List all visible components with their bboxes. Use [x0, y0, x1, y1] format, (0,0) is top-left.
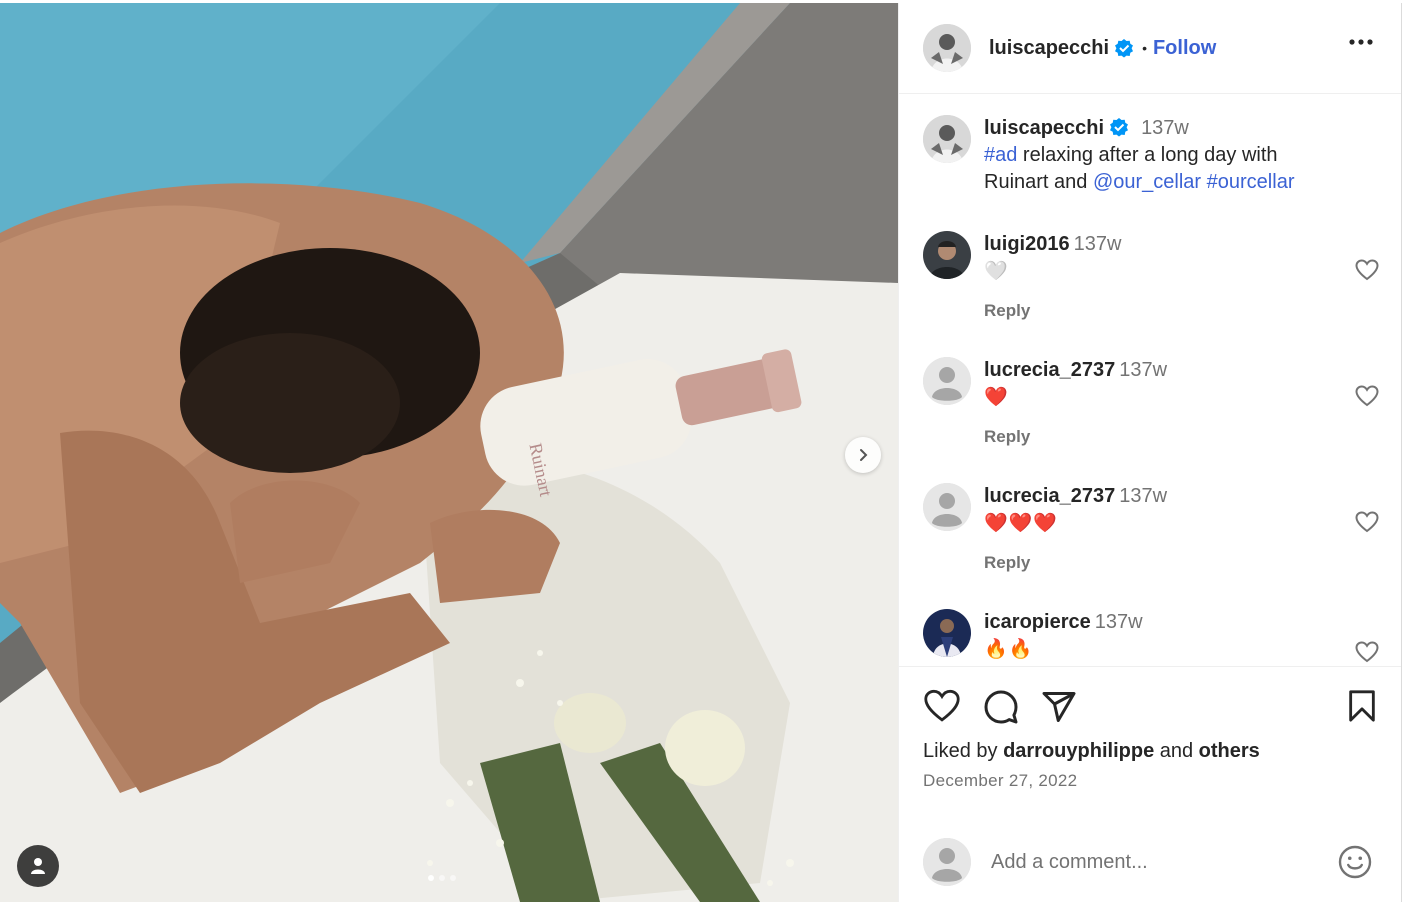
- liked-by-user[interactable]: darrouyphilippe: [1003, 740, 1154, 762]
- add-comment-bar: [899, 821, 1401, 902]
- add-comment-input[interactable]: [991, 850, 1311, 874]
- chevron-right-icon: [860, 449, 868, 461]
- follow-button[interactable]: Follow: [1153, 37, 1216, 60]
- author-avatar[interactable]: [923, 24, 971, 72]
- verified-badge-icon: [1110, 118, 1129, 137]
- next-photo-button[interactable]: [845, 437, 881, 473]
- like-heart-icon[interactable]: [923, 689, 961, 723]
- reply-button[interactable]: Reply: [984, 423, 1341, 450]
- caption-time: 137w: [1141, 117, 1189, 139]
- comment-username[interactable]: icaropierce: [984, 611, 1091, 633]
- comments-list[interactable]: luiscapecchi 137w #ad relaxing after a lo…: [899, 95, 1401, 666]
- save-bookmark-icon[interactable]: [1347, 689, 1377, 723]
- comment-text: ❤️❤️❤️: [984, 512, 1058, 534]
- commenter-avatar-placeholder[interactable]: [923, 357, 971, 405]
- caption-body: luiscapecchi 137w #ad relaxing after a lo…: [984, 115, 1341, 196]
- comment-body: lucrecia_2737 137w ❤️❤️❤️ Reply: [984, 483, 1341, 576]
- photo-scene: Ruinart: [0, 3, 898, 902]
- action-icons: [923, 689, 1077, 725]
- carousel-dot: [439, 875, 445, 881]
- author-avatar[interactable]: [923, 115, 971, 163]
- author-username[interactable]: luiscapecchi: [989, 37, 1109, 60]
- verified-badge-icon: [1115, 39, 1134, 58]
- carousel-dot: [450, 875, 456, 881]
- post-photo[interactable]: Ruinart: [0, 3, 898, 902]
- current-user-avatar[interactable]: [923, 838, 971, 886]
- hashtag-ad-link[interactable]: #ad: [984, 144, 1017, 166]
- mention-link[interactable]: @our_cellar: [1093, 171, 1201, 193]
- hashtag-link[interactable]: #ourcellar: [1207, 171, 1295, 193]
- comment-icon[interactable]: [983, 689, 1019, 725]
- comment-time: 137w: [1094, 611, 1143, 633]
- commenter-avatar[interactable]: [923, 231, 971, 279]
- like-comment-heart-icon[interactable]: [1355, 641, 1379, 663]
- share-icon[interactable]: [1041, 689, 1077, 725]
- comment-time: 137w: [1119, 359, 1168, 381]
- reply-button[interactable]: Reply: [984, 297, 1341, 324]
- header-separator: •: [1142, 40, 1147, 56]
- more-options-icon[interactable]: [1349, 39, 1373, 45]
- comment-body: icaropierce 137w 🔥🔥: [984, 609, 1341, 663]
- comment-username[interactable]: luigi2016: [984, 233, 1070, 255]
- liked-by-others[interactable]: others: [1199, 740, 1260, 762]
- comment-body: luigi2016 137w 🤍 Reply: [984, 231, 1341, 324]
- comment-username[interactable]: lucrecia_2737: [984, 485, 1115, 507]
- liked-by-prefix: Liked by: [923, 740, 1004, 762]
- like-comment-heart-icon[interactable]: [1355, 511, 1379, 533]
- emoji-picker-icon[interactable]: [1337, 844, 1373, 880]
- comment-body: lucrecia_2737 137w ❤️ Reply: [984, 357, 1341, 450]
- comment-text: ❤️: [984, 386, 1009, 408]
- comment-text: 🔥🔥: [984, 638, 1034, 660]
- user-icon: [31, 858, 45, 874]
- caption-username[interactable]: luiscapecchi: [984, 117, 1104, 139]
- post-side-panel: luiscapecchi • Follow luiscapecchi 137w #…: [898, 3, 1402, 902]
- post-header: luiscapecchi • Follow: [899, 3, 1401, 94]
- liked-by-and: and: [1154, 740, 1199, 762]
- carousel-dot: [428, 875, 434, 881]
- like-comment-heart-icon[interactable]: [1355, 259, 1379, 281]
- like-comment-heart-icon[interactable]: [1355, 385, 1379, 407]
- commenter-avatar[interactable]: [923, 609, 971, 657]
- commenter-avatar-placeholder[interactable]: [923, 483, 971, 531]
- tagged-users-button[interactable]: [17, 845, 59, 887]
- comment-username[interactable]: lucrecia_2737: [984, 359, 1115, 381]
- carousel-indicator: [428, 875, 456, 881]
- reply-button[interactable]: Reply: [984, 549, 1341, 576]
- comment-time: 137w: [1119, 485, 1168, 507]
- comment-text: 🤍: [984, 260, 1009, 282]
- comment-time: 137w: [1073, 233, 1122, 255]
- likes-summary: Liked by darrouyphilippe and others: [923, 740, 1260, 763]
- post-date[interactable]: December 27, 2022: [923, 771, 1077, 791]
